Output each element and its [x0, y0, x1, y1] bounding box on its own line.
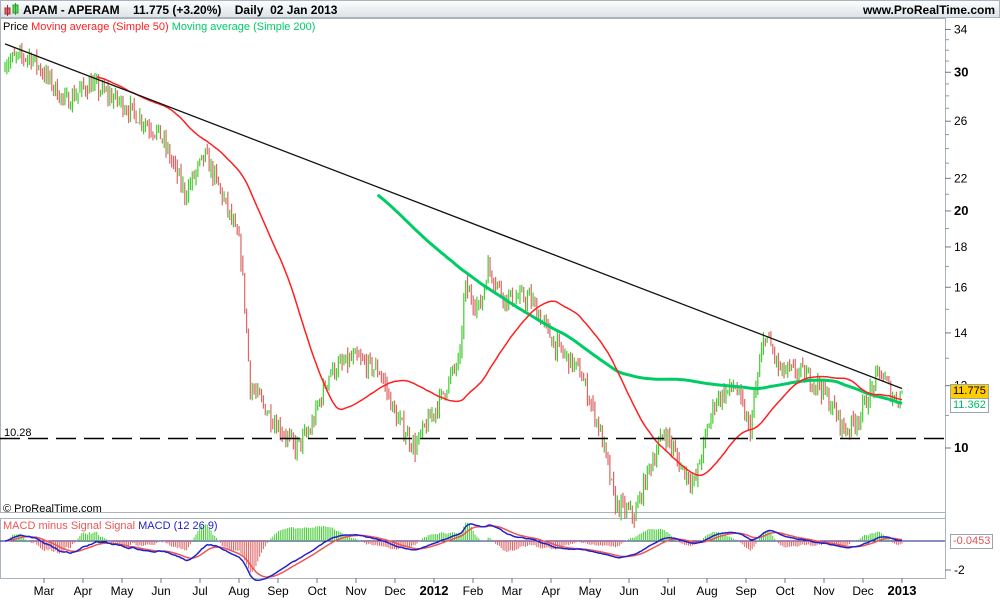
- copyright: © ProRealTime.com: [3, 503, 102, 515]
- x-tick-label: Jul: [660, 584, 675, 598]
- x-tick-label: Jun: [151, 584, 170, 598]
- legend-price: Price: [3, 21, 29, 33]
- legend-ma50: Moving average (Simple 50): [31, 21, 169, 33]
- x-tick-label: Mar: [34, 584, 55, 598]
- price-chart[interactable]: 34302622201816141210MarAprMayJunJulAugSe…: [0, 0, 1000, 600]
- price-legend: Price Moving average (Simple 50) Moving …: [3, 21, 315, 33]
- y-tick-label: 30: [954, 64, 968, 79]
- last-price-tag: 11.775: [950, 384, 989, 399]
- x-tick-label: Apr: [542, 584, 561, 598]
- legend-macd-hist: MACD minus Signal Signal: [3, 520, 136, 532]
- macd-tag: -0.0453: [950, 534, 994, 549]
- x-tick-label: Dec: [384, 584, 405, 598]
- ma200-tag: 11.362: [950, 398, 989, 413]
- x-tick-label: May: [111, 584, 134, 598]
- y-tick-label: 34: [954, 22, 968, 36]
- y-tick-label: 16: [954, 280, 968, 294]
- y-tick-label: 22: [954, 171, 968, 185]
- x-tick-label: Mar: [502, 584, 523, 598]
- y-tick-label: 26: [954, 114, 968, 128]
- y-tick-label: 10: [954, 440, 968, 455]
- y-tick-label: 20: [954, 203, 968, 218]
- x-tick-label: Nov: [813, 584, 834, 598]
- x-tick-label: Oct: [776, 584, 795, 598]
- legend-ma200: Moving average (Simple 200): [171, 21, 316, 33]
- macd-signal-line: [4, 525, 903, 578]
- x-tick-label: Dec: [852, 584, 873, 598]
- x-tick-label: May: [579, 584, 602, 598]
- x-tick-label: Jul: [192, 584, 207, 598]
- trendline: [4, 43, 903, 390]
- macd-legend: MACD minus Signal Signal MACD (12 26 9): [3, 520, 218, 532]
- x-tick-label: Feb: [463, 584, 484, 598]
- x-tick-label: Nov: [345, 584, 366, 598]
- x-tick-label: Aug: [228, 584, 249, 598]
- x-tick-label: Oct: [308, 584, 327, 598]
- x-tick-label: Sep: [735, 584, 757, 598]
- x-tick-label: Jun: [619, 584, 638, 598]
- x-tick-label: 2012: [420, 583, 449, 598]
- x-tick-label: Sep: [267, 584, 289, 598]
- x-tick-label: 2013: [888, 583, 917, 598]
- legend-macd: MACD (12 26 9): [138, 520, 218, 532]
- x-tick-label: Aug: [696, 584, 717, 598]
- support-label: 10.28: [4, 427, 32, 439]
- x-tick-label: Apr: [74, 584, 93, 598]
- macd-y-tick-label: -2: [954, 563, 965, 577]
- y-tick-label: 14: [954, 326, 968, 340]
- y-tick-label: 18: [954, 240, 968, 254]
- ma50-line: [96, 76, 903, 477]
